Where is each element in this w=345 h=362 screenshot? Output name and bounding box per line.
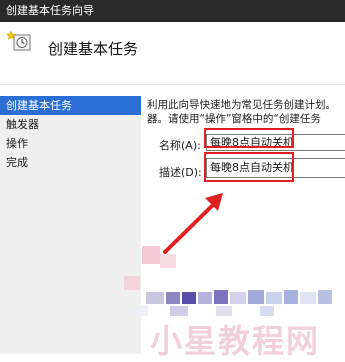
watermark: 小星教程网 [150,322,321,360]
wizard-description: 利用此向导快速地为常见任务创建计划。 器。请使用“操作”窗格中的“创建任务 [147,98,345,126]
window-titlebar: 创建基本任务向导 [0,0,345,22]
header-divider [0,84,345,85]
description-field-highlight [204,152,294,182]
sidebar-item-action[interactable]: 操作 [0,134,141,153]
sidebar-item-finish[interactable]: 完成 [0,153,141,172]
name-label: 名称(A): [159,139,201,152]
description-line-1: 利用此向导快速地为常见任务创建计划。 [147,99,336,111]
sidebar-item-create-basic-task[interactable]: 创建基本任务 [0,96,141,115]
name-field-highlight [204,128,294,148]
page-title: 创建基本任务 [48,40,139,58]
task-wizard-icon [6,30,31,51]
description-line-2: 器。请使用“操作”窗格中的“创建任务 [147,113,321,125]
description-label: 描述(D): [159,166,202,179]
sidebar-item-trigger[interactable]: 触发器 [0,115,141,134]
window-title: 创建基本任务向导 [6,4,94,17]
